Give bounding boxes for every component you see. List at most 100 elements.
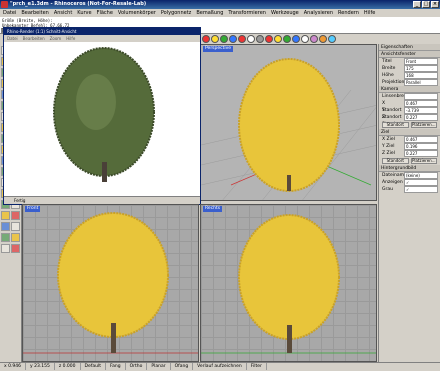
toolbar-icon[interactable] [292,35,300,43]
tool-button[interactable] [1,222,10,231]
menu-item[interactable]: Werkzeuge [271,9,299,17]
toolbar-icon[interactable] [310,35,318,43]
camera-buttons: Standort Platzieren... [379,121,440,129]
property-value[interactable]: -3.739 [404,107,438,114]
place-button[interactable]: Platzieren... [410,122,437,128]
status-item[interactable]: Fang [106,363,126,370]
rendered-tree-image [53,47,155,182]
status-item: x 0.946 [0,363,26,370]
viewport-label[interactable]: Perspective [203,46,234,52]
viewport-front[interactable]: Front [22,204,199,362]
property-label: Z Standort [382,115,401,127]
viewport-perspective[interactable]: Perspective [200,44,377,201]
toolbar-icon[interactable] [319,35,327,43]
tool-button[interactable] [11,244,20,253]
property-label: Breite [382,66,396,71]
property-label: Z Ziel [382,151,395,156]
status-item[interactable]: Planar [147,363,171,370]
property-label: Höhe [382,73,394,78]
menu-item[interactable]: Transformieren [228,9,266,17]
render-menu-item[interactable]: Datei [7,35,18,42]
status-item[interactable]: Verlauf aufzeichnen [193,363,247,370]
location-button[interactable]: Standort [382,158,409,164]
menu-item[interactable]: Ansicht [54,9,72,17]
property-value[interactable]: 175 [404,65,438,72]
render-menu-item[interactable]: Zoom [50,35,62,42]
toolbar-icon[interactable] [211,35,219,43]
menu-item[interactable]: Bearbeiten [21,9,48,17]
close-button[interactable]: × [431,1,439,8]
maximize-button[interactable]: □ [422,1,430,8]
render-window[interactable]: Rhino-Render (1:1) Schnitt-Ansicht Datei… [3,27,201,205]
section-viewport: Ansichtsfenster [379,51,440,58]
property-value[interactable]: 0.467 [404,136,438,143]
menu-item[interactable]: Hilfe [364,9,375,17]
minimize-button[interactable]: _ [413,1,421,8]
location-button[interactable]: Standort [382,122,409,128]
property-row: Y Ziel 0.196 [379,143,440,150]
viewport-right[interactable]: Rechts [200,204,377,362]
toolbar-icon[interactable] [238,35,246,43]
standard-toolbar [200,34,440,44]
property-value[interactable]: 0.467 [404,100,438,107]
tool-button[interactable] [11,233,20,242]
status-item[interactable]: Ortho [126,363,148,370]
tool-button[interactable] [11,222,20,231]
property-value[interactable]: ✓ [404,186,438,193]
app-icon [1,1,8,8]
menu-item[interactable]: Polygonnetz [161,9,191,17]
toolbar-icon[interactable] [283,35,291,43]
property-value[interactable]: ✓ [404,179,438,186]
toolbar-icon[interactable] [229,35,237,43]
help-icon[interactable] [328,35,336,43]
property-row: X Ziel 0.467 [379,136,440,143]
place-button[interactable]: Platzieren... [410,158,437,164]
render-menu-item[interactable]: Bearbeiten [23,35,45,42]
property-value[interactable]: 0.227 [404,150,438,157]
toolbar-icon[interactable] [274,35,282,43]
status-item[interactable]: Filter [247,363,267,370]
toolbar-icon[interactable] [220,35,228,43]
status-item: y 23.155 [26,363,55,370]
property-value[interactable]: Front [404,58,438,65]
menu-item[interactable]: Datei [3,9,16,17]
property-value[interactable]: (keine) [404,172,438,179]
menu-item[interactable]: Kurve [77,9,91,17]
property-label: Linsenbrenn. [382,94,412,99]
front-tree [23,212,198,354]
tool-button[interactable] [11,211,20,220]
toolbar-icon[interactable] [265,35,273,43]
property-value[interactable]: 0.196 [404,143,438,150]
menu-bar: Datei Bearbeiten Ansicht Kurve Fläche Volumen… [0,9,440,17]
status-item: z 0.000 [55,363,81,370]
viewport-label[interactable]: Rechts [203,206,223,212]
status-item: Default [81,363,106,370]
tool-button[interactable] [1,211,10,220]
tool-button[interactable] [1,244,10,253]
status-item[interactable]: Ofang [171,363,194,370]
property-value[interactable] [404,93,438,100]
property-row: Dateiname (keine) [379,172,440,179]
property-label: X Ziel [382,137,395,142]
property-value[interactable]: 168 [404,72,438,79]
menu-item[interactable]: Rendern [338,9,359,17]
menu-item[interactable]: Bemaßung [196,9,223,17]
render-menu-item[interactable]: Hilfe [66,35,75,42]
property-label: Y Standort [382,108,402,120]
toolbar-icon[interactable] [256,35,264,43]
property-row: Projektion Parallel [379,79,440,86]
toolbar-icon[interactable] [247,35,255,43]
section-target: Ziel [379,129,440,136]
menu-item[interactable]: Analysieren [304,9,333,17]
toolbar-icon[interactable] [202,35,210,43]
property-label: X Standort [382,101,402,113]
toolbar-icon[interactable] [301,35,309,43]
menu-item[interactable]: Fläche [97,9,113,17]
viewport-label[interactable]: Front [25,206,41,212]
property-value[interactable]: 0.227 [404,114,438,121]
tool-button[interactable] [1,233,10,242]
property-value[interactable]: Parallel [404,79,438,86]
menu-item[interactable]: Volumenkörper [118,9,156,17]
property-label: Y Ziel [382,144,395,149]
property-row: X Standort 0.467 [379,100,440,113]
